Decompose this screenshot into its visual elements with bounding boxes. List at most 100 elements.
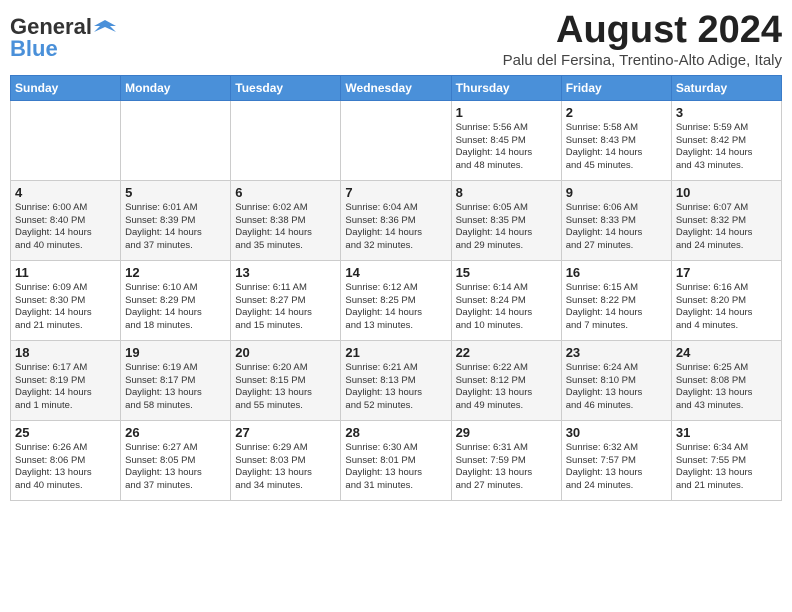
- day-number: 26: [125, 425, 226, 440]
- month-title: August 2024: [503, 10, 782, 52]
- day-number: 30: [566, 425, 667, 440]
- calendar-cell: 29 Sunrise: 6:31 AM Sunset: 7:59 PM Dayli…: [451, 420, 561, 500]
- day-number: 25: [15, 425, 116, 440]
- day-number: 17: [676, 265, 777, 280]
- day-info: Sunrise: 6:34 AM Sunset: 7:55 PM Dayligh…: [676, 442, 777, 493]
- day-info: Sunrise: 6:17 AM Sunset: 8:19 PM Dayligh…: [15, 362, 116, 413]
- day-info: Sunrise: 6:22 AM Sunset: 8:12 PM Dayligh…: [456, 362, 557, 413]
- calendar-cell: [231, 100, 341, 180]
- calendar-cell: 22 Sunrise: 6:22 AM Sunset: 8:12 PM Dayli…: [451, 340, 561, 420]
- day-info: Sunrise: 6:24 AM Sunset: 8:10 PM Dayligh…: [566, 362, 667, 413]
- day-info: Sunrise: 6:07 AM Sunset: 8:32 PM Dayligh…: [676, 202, 777, 253]
- day-number: 5: [125, 185, 226, 200]
- calendar-cell: [121, 100, 231, 180]
- day-info: Sunrise: 6:02 AM Sunset: 8:38 PM Dayligh…: [235, 202, 336, 253]
- calendar-cell: 5 Sunrise: 6:01 AM Sunset: 8:39 PM Daylig…: [121, 180, 231, 260]
- day-info: Sunrise: 6:31 AM Sunset: 7:59 PM Dayligh…: [456, 442, 557, 493]
- location-subtitle: Palu del Fersina, Trentino-Alto Adige, I…: [503, 52, 782, 69]
- day-info: Sunrise: 6:15 AM Sunset: 8:22 PM Dayligh…: [566, 282, 667, 333]
- calendar-cell: 13Sunrise: 6:11 AM Sunset: 8:27 PM Dayli…: [231, 260, 341, 340]
- header-thursday: Thursday: [451, 75, 561, 100]
- calendar-week-row: 11Sunrise: 6:09 AM Sunset: 8:30 PM Dayli…: [11, 260, 782, 340]
- calendar-table: SundayMondayTuesdayWednesdayThursdayFrid…: [10, 75, 782, 501]
- day-info: Sunrise: 6:01 AM Sunset: 8:39 PM Dayligh…: [125, 202, 226, 253]
- calendar-cell: 30 Sunrise: 6:32 AM Sunset: 7:57 PM Dayli…: [561, 420, 671, 500]
- day-info: Sunrise: 6:26 AM Sunset: 8:06 PM Dayligh…: [15, 442, 116, 493]
- day-info: Sunrise: 6:25 AM Sunset: 8:08 PM Dayligh…: [676, 362, 777, 413]
- header-monday: Monday: [121, 75, 231, 100]
- calendar-week-row: 25 Sunrise: 6:26 AM Sunset: 8:06 PM Dayli…: [11, 420, 782, 500]
- day-number: 15: [456, 265, 557, 280]
- calendar-cell: 26 Sunrise: 6:27 AM Sunset: 8:05 PM Dayli…: [121, 420, 231, 500]
- calendar-cell: 9Sunrise: 6:06 AM Sunset: 8:33 PM Daylig…: [561, 180, 671, 260]
- header-wednesday: Wednesday: [341, 75, 451, 100]
- day-number: 1: [456, 105, 557, 120]
- calendar-cell: 23 Sunrise: 6:24 AM Sunset: 8:10 PM Dayli…: [561, 340, 671, 420]
- calendar-cell: 18Sunrise: 6:17 AM Sunset: 8:19 PM Dayli…: [11, 340, 121, 420]
- day-info: Sunrise: 6:14 AM Sunset: 8:24 PM Dayligh…: [456, 282, 557, 333]
- day-number: 29: [456, 425, 557, 440]
- day-number: 13: [235, 265, 336, 280]
- day-info: Sunrise: 6:27 AM Sunset: 8:05 PM Dayligh…: [125, 442, 226, 493]
- calendar-cell: 19Sunrise: 6:19 AM Sunset: 8:17 PM Dayli…: [121, 340, 231, 420]
- day-number: 8: [456, 185, 557, 200]
- calendar-cell: [11, 100, 121, 180]
- day-info: Sunrise: 6:21 AM Sunset: 8:13 PM Dayligh…: [345, 362, 446, 413]
- calendar-cell: 24 Sunrise: 6:25 AM Sunset: 8:08 PM Dayli…: [671, 340, 781, 420]
- day-info: Sunrise: 6:32 AM Sunset: 7:57 PM Dayligh…: [566, 442, 667, 493]
- calendar-cell: 11Sunrise: 6:09 AM Sunset: 8:30 PM Dayli…: [11, 260, 121, 340]
- day-number: 21: [345, 345, 446, 360]
- day-info: Sunrise: 5:58 AM Sunset: 8:43 PM Dayligh…: [566, 122, 667, 173]
- day-number: 20: [235, 345, 336, 360]
- calendar-week-row: 1Sunrise: 5:56 AM Sunset: 8:45 PM Daylig…: [11, 100, 782, 180]
- calendar-cell: 27 Sunrise: 6:29 AM Sunset: 8:03 PM Dayli…: [231, 420, 341, 500]
- day-info: Sunrise: 6:09 AM Sunset: 8:30 PM Dayligh…: [15, 282, 116, 333]
- day-number: 6: [235, 185, 336, 200]
- day-info: Sunrise: 6:00 AM Sunset: 8:40 PM Dayligh…: [15, 202, 116, 253]
- page-header: General Blue August 2024 Palu del Fersin…: [10, 10, 782, 69]
- day-number: 22: [456, 345, 557, 360]
- day-number: 10: [676, 185, 777, 200]
- calendar-cell: 16 Sunrise: 6:15 AM Sunset: 8:22 PM Dayli…: [561, 260, 671, 340]
- day-info: Sunrise: 6:16 AM Sunset: 8:20 PM Dayligh…: [676, 282, 777, 333]
- logo: General Blue: [10, 10, 116, 62]
- calendar-cell: 4 Sunrise: 6:00 AM Sunset: 8:40 PM Daylig…: [11, 180, 121, 260]
- header-saturday: Saturday: [671, 75, 781, 100]
- day-number: 16: [566, 265, 667, 280]
- calendar-cell: 8 Sunrise: 6:05 AM Sunset: 8:35 PM Daylig…: [451, 180, 561, 260]
- day-number: 24: [676, 345, 777, 360]
- day-info: Sunrise: 6:20 AM Sunset: 8:15 PM Dayligh…: [235, 362, 336, 413]
- calendar-cell: [341, 100, 451, 180]
- calendar-week-row: 18Sunrise: 6:17 AM Sunset: 8:19 PM Dayli…: [11, 340, 782, 420]
- calendar-cell: 7 Sunrise: 6:04 AM Sunset: 8:36 PM Daylig…: [341, 180, 451, 260]
- calendar-cell: 1Sunrise: 5:56 AM Sunset: 8:45 PM Daylig…: [451, 100, 561, 180]
- day-number: 14: [345, 265, 446, 280]
- day-number: 7: [345, 185, 446, 200]
- day-info: Sunrise: 6:19 AM Sunset: 8:17 PM Dayligh…: [125, 362, 226, 413]
- calendar-cell: 14 Sunrise: 6:12 AM Sunset: 8:25 PM Dayli…: [341, 260, 451, 340]
- day-number: 23: [566, 345, 667, 360]
- calendar-cell: 15 Sunrise: 6:14 AM Sunset: 8:24 PM Dayli…: [451, 260, 561, 340]
- day-number: 28: [345, 425, 446, 440]
- calendar-cell: 17 Sunrise: 6:16 AM Sunset: 8:20 PM Dayli…: [671, 260, 781, 340]
- logo-blue: Blue: [10, 36, 58, 62]
- day-info: Sunrise: 6:05 AM Sunset: 8:35 PM Dayligh…: [456, 202, 557, 253]
- calendar-cell: 10 Sunrise: 6:07 AM Sunset: 8:32 PM Dayli…: [671, 180, 781, 260]
- day-number: 9: [566, 185, 667, 200]
- calendar-cell: 6 Sunrise: 6:02 AM Sunset: 8:38 PM Daylig…: [231, 180, 341, 260]
- logo-bird-icon: [94, 16, 116, 38]
- day-info: Sunrise: 6:04 AM Sunset: 8:36 PM Dayligh…: [345, 202, 446, 253]
- day-number: 4: [15, 185, 116, 200]
- calendar-cell: 28Sunrise: 6:30 AM Sunset: 8:01 PM Dayli…: [341, 420, 451, 500]
- calendar-week-row: 4 Sunrise: 6:00 AM Sunset: 8:40 PM Daylig…: [11, 180, 782, 260]
- day-number: 31: [676, 425, 777, 440]
- day-number: 12: [125, 265, 226, 280]
- calendar-cell: 12Sunrise: 6:10 AM Sunset: 8:29 PM Dayli…: [121, 260, 231, 340]
- day-number: 27: [235, 425, 336, 440]
- day-info: Sunrise: 5:59 AM Sunset: 8:42 PM Dayligh…: [676, 122, 777, 173]
- day-info: Sunrise: 6:29 AM Sunset: 8:03 PM Dayligh…: [235, 442, 336, 493]
- calendar-cell: 20 Sunrise: 6:20 AM Sunset: 8:15 PM Dayli…: [231, 340, 341, 420]
- header-tuesday: Tuesday: [231, 75, 341, 100]
- day-number: 2: [566, 105, 667, 120]
- day-info: Sunrise: 6:12 AM Sunset: 8:25 PM Dayligh…: [345, 282, 446, 333]
